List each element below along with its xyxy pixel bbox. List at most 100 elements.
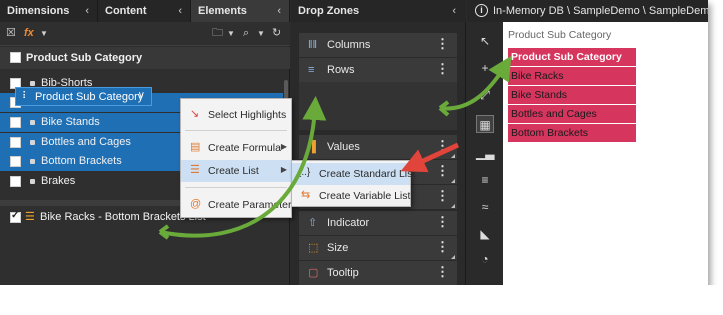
list-item-label: Bottom Brackets [41, 155, 122, 167]
zone-label: Size [327, 242, 349, 254]
zone-values[interactable]: ▐ Values ⋮ [299, 135, 457, 159]
pointer-icon[interactable]: ↖ [476, 32, 494, 50]
zone-label: Rows [327, 64, 355, 76]
member-icon [30, 81, 35, 86]
menu-item-label: Select Highlights [208, 109, 287, 121]
resize-corner-icon [451, 179, 455, 183]
chevron-left-icon[interactable]: ‹ [277, 0, 281, 22]
table-row[interactable]: Bottles and Cages [508, 105, 636, 124]
fields-header-label: Product Sub Category [26, 52, 143, 64]
zone-rows[interactable]: ≡ Rows ⋮ [299, 58, 457, 82]
lasso-icon[interactable]: ⤢ [476, 86, 494, 104]
menu-item-label: Create Formula [208, 142, 281, 154]
table-row[interactable]: Bike Stands [508, 86, 636, 105]
drag-handle-icon[interactable]: ⠇ [22, 91, 29, 102]
panel-tabs: Dimensions ‹ Content ‹ Elements ‹ [0, 0, 290, 22]
chevron-right-icon: ▶ [280, 165, 287, 174]
fields-header: Product Sub Category [0, 47, 290, 69]
resize-corner-icon [451, 154, 455, 158]
item-checkbox[interactable] [10, 176, 21, 187]
chevron-down-icon[interactable]: ▼ [40, 27, 48, 40]
table-row[interactable]: Bottom Brackets [508, 124, 636, 143]
table-cell: Bike Racks [511, 70, 564, 82]
kebab-menu-icon[interactable]: ⋮ [436, 164, 449, 178]
result-table[interactable]: Product Sub Category Bike Racks Bike Sta… [508, 48, 636, 143]
zone-tooltip[interactable]: ▢ Tooltip ⋮ [299, 261, 457, 285]
bar-chart-icon[interactable]: ▁▃ [476, 144, 494, 162]
rows-drop-area[interactable] [299, 82, 457, 130]
create-list-submenu: {..} Create Standard List ⇆ Create Varia… [291, 160, 415, 207]
zone-label: Indicator [327, 217, 370, 229]
menu-item-create-formula[interactable]: ▤ Create Formula ▶ [181, 137, 291, 159]
tab-label: Content [105, 5, 147, 17]
refresh-icon[interactable]: ↻ [272, 27, 281, 40]
table-header-row[interactable]: Product Sub Category [508, 48, 636, 67]
chevron-left-icon[interactable]: ‹ [85, 0, 89, 22]
zoom-select-icon[interactable]: + [476, 59, 494, 77]
rows-field-chip[interactable]: ⠇ Product Sub Category ∨ [15, 87, 152, 106]
list-item-label: Bottles and Cages [41, 136, 131, 148]
standard-list-icon: {..} [298, 167, 311, 178]
menu-item-create-list[interactable]: ☰ Create List ▶ [181, 160, 291, 182]
folder-icon[interactable]: 🗀 [212, 27, 223, 40]
area-chart-icon[interactable]: ◣ [476, 225, 494, 243]
chevron-down-icon[interactable]: ∨ [138, 90, 145, 101]
clear-selection-icon[interactable]: ☒ [6, 27, 16, 40]
table-header-cell: Product Sub Category [511, 51, 622, 63]
kebab-menu-icon[interactable]: ⋮ [436, 189, 449, 203]
zone-label: Columns [327, 39, 371, 51]
chevron-down-icon[interactable]: ▼ [227, 27, 235, 40]
menu-item-label: Create Standard List [319, 168, 416, 180]
zone-columns[interactable]: ‖‖ Columns ⋮ [299, 33, 457, 57]
menu-item-select-highlights[interactable]: ↘ Select Highlights [181, 104, 291, 126]
columns-icon: ‖‖ [308, 39, 318, 51]
select-all-checkbox[interactable] [10, 52, 21, 63]
grid-table-icon[interactable]: ▦ [476, 115, 494, 133]
kebab-menu-icon[interactable]: ⋮ [436, 265, 449, 279]
size-icon: ⬚ [308, 242, 319, 254]
item-checkbox[interactable] [10, 117, 21, 128]
item-checkbox[interactable] [10, 137, 21, 148]
menu-item-create-parameter[interactable]: @ Create Parameter [181, 194, 291, 216]
tab-label: Dimensions [7, 5, 70, 17]
kebab-menu-icon[interactable]: ⋮ [436, 62, 449, 76]
zone-size[interactable]: ⬚ Size ⋮ [299, 236, 457, 260]
wave-icon[interactable]: ≈ [476, 198, 494, 216]
kebab-menu-icon[interactable]: ⋮ [436, 240, 449, 254]
menu-item-create-standard-list[interactable]: {..} Create Standard List [292, 163, 415, 185]
table-row[interactable]: Bike Racks [508, 67, 636, 86]
report-canvas[interactable]: Product Sub Category Product Sub Categor… [503, 22, 708, 290]
tab-dimensions[interactable]: Dimensions ‹ [0, 0, 98, 22]
chevron-left-icon[interactable]: ‹ [178, 0, 182, 22]
formula-icon[interactable]: fx [24, 27, 34, 40]
chevron-left-icon[interactable]: ‹ [452, 5, 456, 17]
member-icon [30, 120, 35, 125]
menu-divider [185, 187, 287, 188]
pie-chart-icon[interactable]: ◔ [476, 250, 494, 268]
search-icon[interactable]: ⌕ [243, 27, 249, 40]
app-window: Dimensions ‹ Content ‹ Elements ‹ ☒ fx ▼… [0, 0, 708, 290]
lines-icon[interactable]: ≡ [476, 171, 494, 189]
tab-elements[interactable]: Elements ‹ [191, 0, 290, 22]
menu-item-create-variable-list[interactable]: ⇆ Create Variable List [292, 185, 410, 207]
table-cell: Bottles and Cages [511, 108, 597, 120]
item-checkbox[interactable] [10, 156, 21, 167]
kebab-menu-icon[interactable]: ⋮ [436, 37, 449, 51]
info-icon[interactable]: i [475, 4, 488, 17]
member-icon [30, 140, 35, 145]
zone-label: Values [327, 141, 360, 153]
list-checkbox[interactable] [10, 210, 21, 223]
select-highlights-icon: ↘ [190, 108, 200, 120]
kebab-menu-icon[interactable]: ⋮ [436, 139, 449, 153]
menu-divider [185, 130, 287, 131]
list-item-label: Brakes [41, 175, 76, 187]
kebab-menu-icon[interactable]: ⋮ [436, 215, 449, 229]
zone-indicator[interactable]: ⇧ Indicator ⋮ [299, 211, 457, 235]
fields-toolbar: ☒ fx ▼ 🗀 ▼ ⌕ ▼ ↻ [0, 22, 290, 46]
data-source-path: In-Memory DB \ SampleDemo \ SampleDemo [493, 5, 708, 17]
chevron-down-icon[interactable]: ▼ [257, 27, 265, 40]
formula-icon: ▤ [190, 141, 201, 153]
table-cell: Bottom Brackets [511, 127, 589, 139]
canvas-column-header: Product Sub Category [508, 29, 612, 41]
tab-content[interactable]: Content ‹ [98, 0, 191, 22]
